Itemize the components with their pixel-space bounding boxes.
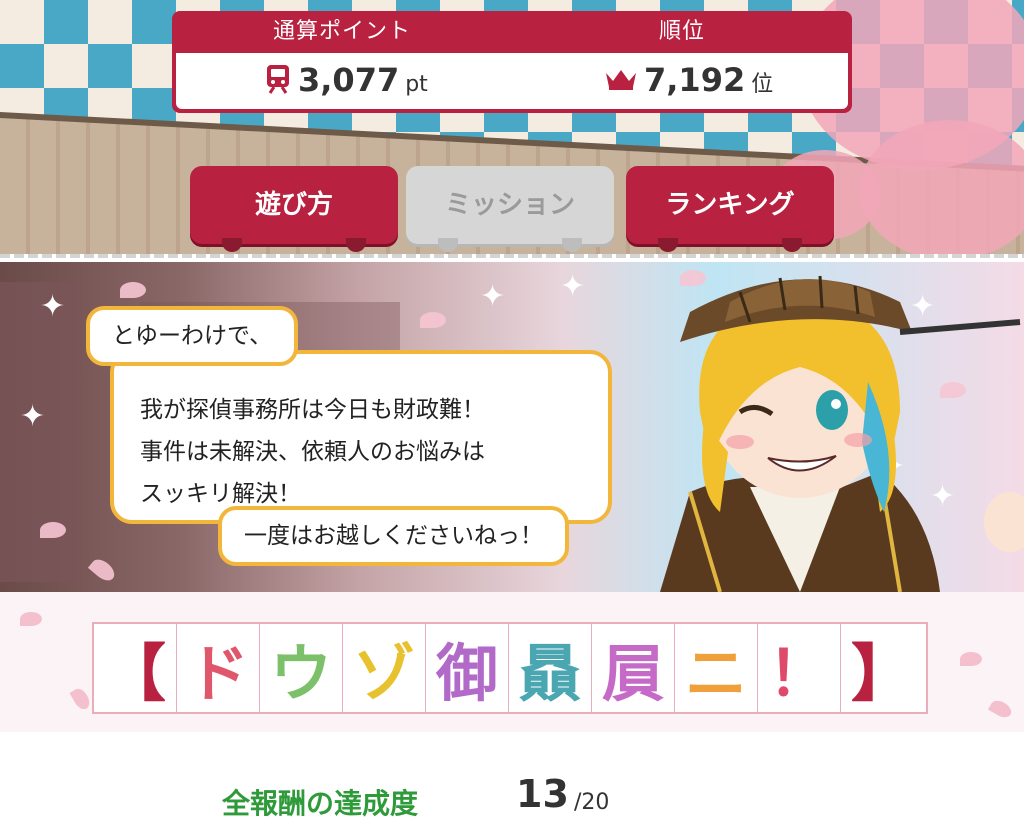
blossom-cluster bbox=[860, 120, 1024, 258]
title-char: 屓 bbox=[592, 624, 675, 712]
title-char: 【 bbox=[94, 624, 177, 712]
speech-body: 我が探偵事務所は今日も財政難！ 事件は未解決、依頼人のお悩みは スッキリ解決！ bbox=[110, 350, 612, 524]
tab-ranking-label: ランキング bbox=[665, 190, 795, 220]
speech-closing: 一度はお越しくださいねっ！ bbox=[218, 506, 569, 566]
speech-bubble: 我が探偵事務所は今日も財政難！ 事件は未解決、依頼人のお悩みは スッキリ解決！ … bbox=[86, 306, 612, 566]
points-label: 通算ポイント bbox=[272, 19, 411, 44]
title-char: ニ bbox=[675, 624, 758, 712]
points-value-group: 3,077 pt bbox=[264, 61, 428, 101]
points-unit: pt bbox=[405, 72, 428, 97]
sparkle-icon: ✦ bbox=[20, 399, 46, 434]
detective-character bbox=[600, 262, 1024, 593]
title-char: 御 bbox=[426, 624, 509, 712]
tab-how-to-play-label: 遊び方 bbox=[254, 190, 333, 220]
title-char: 】 bbox=[850, 637, 913, 710]
petal bbox=[987, 697, 1015, 721]
rail-divider bbox=[0, 254, 1024, 258]
title-char: ウ bbox=[260, 624, 343, 712]
train-icon bbox=[264, 63, 292, 99]
points-panel: 通算ポイント 順位 3,077 pt 7,192 位 bbox=[172, 11, 852, 113]
sparkle-icon: ✦ bbox=[560, 269, 586, 304]
speech-line: スッキリ解決！ bbox=[140, 481, 301, 507]
petal bbox=[20, 612, 42, 626]
tab-how-to-play[interactable]: 遊び方 bbox=[190, 166, 398, 252]
reward-progress-max: /20 bbox=[574, 790, 610, 815]
rank-label: 順位 bbox=[658, 19, 705, 44]
reward-progress-current: 13 bbox=[516, 772, 569, 816]
title-char: ゾ bbox=[343, 624, 426, 712]
speech-opening: とゆーわけで、 bbox=[86, 306, 299, 366]
sparkle-icon: ✦ bbox=[40, 289, 66, 324]
rank-value: 7,192 bbox=[644, 61, 746, 99]
tab-ranking[interactable]: ランキング bbox=[626, 166, 834, 252]
petal bbox=[960, 652, 982, 666]
title-banner: 【ドウゾ御贔屓ニ！】 bbox=[0, 592, 1024, 732]
points-values: 3,077 pt 7,192 位 bbox=[176, 53, 848, 109]
title-char: 贔 bbox=[509, 624, 592, 712]
tab-missions-label: ミッション bbox=[444, 190, 575, 220]
title-char: ド bbox=[177, 624, 260, 712]
petal bbox=[69, 685, 93, 713]
title-char: ！ bbox=[758, 624, 841, 712]
reward-progress-label: 全報酬の達成度 bbox=[222, 787, 419, 820]
rank-unit: 位 bbox=[751, 72, 774, 97]
tab-missions[interactable]: ミッション bbox=[406, 166, 614, 252]
speech-line: 我が探偵事務所は今日も財政難！ bbox=[140, 397, 485, 423]
title-frame: 【ドウゾ御贔屓ニ！】 bbox=[92, 622, 928, 714]
petal bbox=[40, 522, 66, 538]
petal bbox=[120, 282, 146, 298]
speech-line: 事件は未解決、依頼人のお悩みは bbox=[140, 439, 485, 465]
points-value: 3,077 bbox=[298, 61, 400, 99]
crown-icon bbox=[604, 67, 638, 95]
rank-value-group: 7,192 位 bbox=[604, 61, 773, 101]
